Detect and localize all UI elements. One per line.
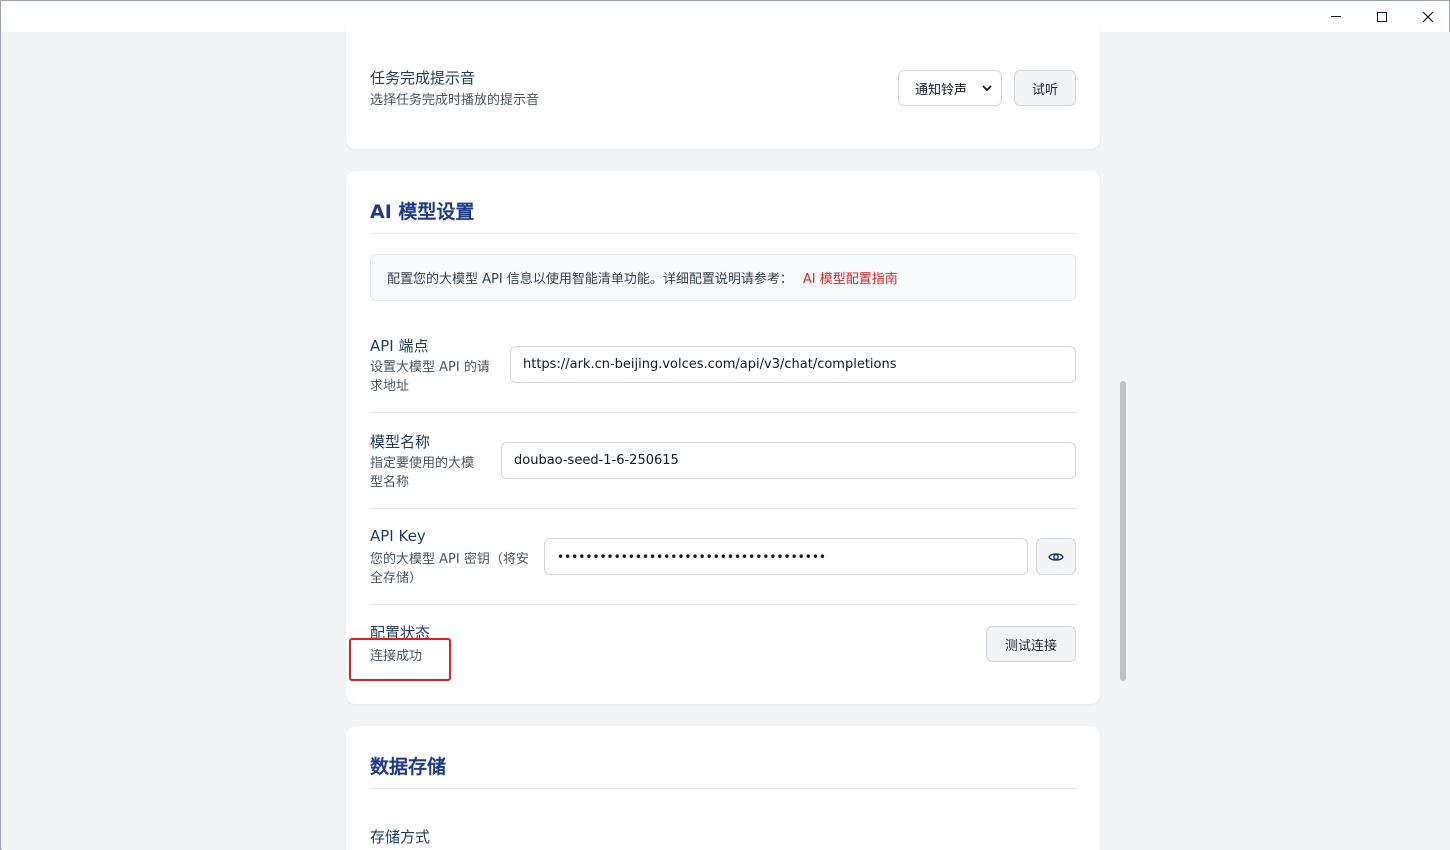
maximize-button[interactable] (1359, 1, 1405, 32)
section-divider (370, 788, 1076, 789)
sound-setting-description: 选择任务完成时播放的提示音 (370, 93, 540, 108)
model-name-title: 模型名称 (370, 433, 431, 451)
minimize-button[interactable] (1313, 1, 1359, 32)
eye-icon (1048, 552, 1064, 561)
config-guide-link[interactable]: AI 模型配置指南 (803, 268, 898, 287)
api-key-description-1: 您的大模型 API 密钥（将安 (370, 552, 529, 567)
api-key-input[interactable]: •••••••••••••••••••••••••••••••••••••• (544, 538, 1028, 575)
minimize-icon (1331, 16, 1341, 17)
close-icon (1422, 11, 1434, 22)
api-endpoint-title: API 端点 (370, 337, 429, 355)
sound-setting-title: 任务完成提示音 (370, 69, 476, 87)
row-divider (370, 508, 1076, 509)
model-name-description-2: 型名称 (370, 475, 410, 490)
chevron-down-icon (982, 85, 992, 92)
listen-button[interactable]: 试听 (1014, 70, 1076, 106)
toggle-visibility-button[interactable] (1036, 538, 1076, 575)
app-window: 任务完成提示音 选择任务完成时播放的提示音 通知铃声 试听 AI 模型设置 配置… (0, 0, 1450, 850)
maximize-icon (1377, 11, 1387, 22)
row-divider (370, 412, 1076, 413)
section-title-ai: AI 模型设置 (370, 201, 475, 223)
annotation-highlight (349, 638, 451, 681)
sound-select-value: 通知铃声 (915, 82, 968, 98)
section-divider (370, 233, 1076, 234)
api-endpoint-input[interactable]: https://ark.cn-beijing.volces.com/api/v3… (510, 346, 1076, 383)
api-endpoint-description-1: 设置大模型 API 的请 (370, 360, 490, 375)
model-name-input[interactable]: doubao-seed-1-6-250615 (501, 442, 1076, 479)
api-key-title: API Key (370, 527, 426, 545)
info-box: 配置您的大模型 API 信息以使用智能清单功能。详细配置说明请参考： AI 模型… (370, 254, 1076, 301)
data-storage-card: 数据存储 存储方式 (346, 726, 1100, 850)
ai-settings-card: AI 模型设置 配置您的大模型 API 信息以使用智能清单功能。详细配置说明请参… (346, 171, 1100, 704)
api-key-description-2: 全存储） (370, 571, 423, 586)
api-endpoint-description-2: 求地址 (370, 379, 410, 394)
storage-method-title: 存储方式 (370, 828, 431, 846)
sound-select[interactable]: 通知铃声 (898, 70, 1002, 106)
scrollbar-thumb[interactable] (1120, 381, 1126, 681)
info-text: 配置您的大模型 API 信息以使用智能清单功能。详细配置说明请参考： (387, 272, 793, 287)
close-button[interactable] (1405, 1, 1450, 32)
notification-card: 任务完成提示音 选择任务完成时播放的提示音 通知铃声 试听 (346, 21, 1100, 149)
test-connection-button[interactable]: 测试连接 (986, 626, 1076, 662)
model-name-description-1: 指定要使用的大模 (370, 456, 475, 471)
section-title-data: 数据存储 (370, 756, 447, 778)
row-divider (370, 604, 1076, 605)
